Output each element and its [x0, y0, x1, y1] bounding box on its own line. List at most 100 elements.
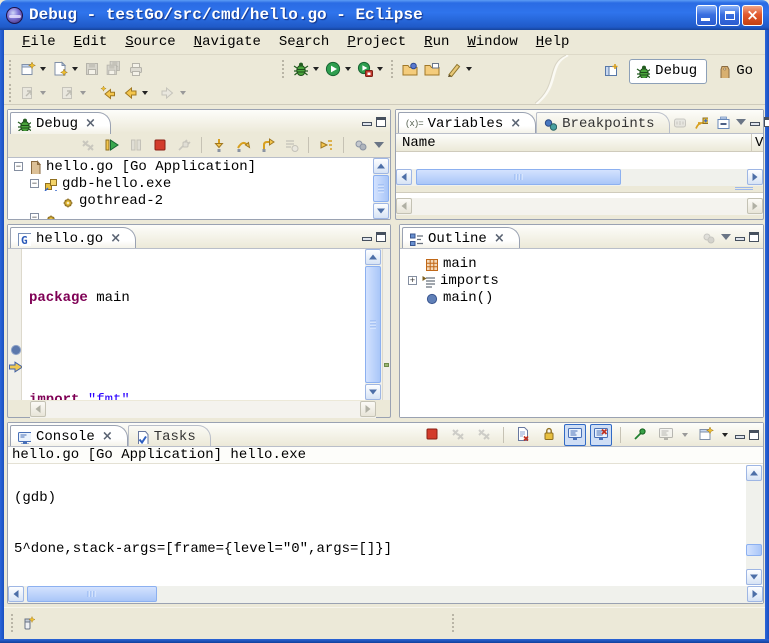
show-logical-structure-button[interactable]	[692, 113, 710, 131]
fast-view-button[interactable]	[19, 613, 41, 635]
column-header-name[interactable]: Name	[402, 135, 436, 151]
console-output[interactable]: (gdb) 5^done,stack-args=[frame={level="0…	[9, 465, 745, 585]
step-return-button[interactable]	[256, 134, 278, 156]
back-dropdown[interactable]	[142, 91, 148, 95]
view-menu-chevron[interactable]	[736, 119, 746, 125]
new-wizard-button[interactable]	[17, 58, 39, 80]
annotation-ruler[interactable]	[8, 249, 22, 400]
menu-source[interactable]: Source	[117, 32, 183, 52]
open-perspective-button[interactable]	[601, 60, 623, 82]
minimize-view-button[interactable]	[362, 122, 372, 126]
minimize-view-button[interactable]	[362, 237, 372, 241]
outline-item-main[interactable]: main	[400, 255, 763, 272]
terminate-button[interactable]	[149, 134, 171, 156]
maximize-view-button[interactable]	[764, 117, 769, 127]
resume-button[interactable]	[101, 134, 123, 156]
collapse-all-button[interactable]	[714, 113, 732, 131]
outline-settings-button[interactable]	[699, 228, 717, 246]
view-menu-chevron[interactable]	[374, 142, 384, 148]
run-button[interactable]	[322, 58, 344, 80]
menu-run[interactable]: Run	[416, 32, 457, 52]
maximize-view-button[interactable]	[376, 117, 386, 127]
go-into-dropdown[interactable]	[80, 91, 86, 95]
mark-occurrences-dropdown[interactable]	[466, 67, 472, 71]
maximize-view-button[interactable]	[749, 430, 759, 440]
debug-view-settings-button[interactable]	[350, 134, 372, 156]
breakpoint-icon[interactable]	[8, 342, 22, 356]
instruction-stepping-button[interactable]	[280, 134, 302, 156]
last-edit-dropdown[interactable]	[40, 91, 46, 95]
remove-launch-button[interactable]	[447, 424, 469, 446]
open-resource-button[interactable]	[421, 58, 443, 80]
debug-dropdown[interactable]	[313, 67, 319, 71]
expand-expander[interactable]: +	[408, 276, 417, 285]
toolbar-grip[interactable]	[281, 60, 286, 78]
column-header-value[interactable]: Value	[755, 135, 763, 151]
tab-outline[interactable]: Outline ×	[402, 227, 520, 249]
tab-hello-go[interactable]: hello.go ×	[10, 227, 136, 249]
back-to-button[interactable]	[97, 82, 119, 104]
minimize-view-button[interactable]	[750, 122, 760, 126]
display-selected-console-button[interactable]	[655, 424, 677, 446]
new-wizard-dropdown[interactable]	[40, 67, 46, 71]
run-dropdown[interactable]	[345, 67, 351, 71]
variables-table-empty[interactable]	[396, 152, 763, 169]
terminate-console-button[interactable]	[421, 424, 443, 446]
outline-item-main-func[interactable]: main()	[400, 289, 763, 306]
show-type-names-button[interactable]	[670, 113, 688, 131]
external-tools-dropdown[interactable]	[377, 67, 383, 71]
pin-console-button[interactable]	[629, 424, 651, 446]
title-bar[interactable]: Debug - testGo/src/cmd/hello.go - Eclips…	[0, 0, 769, 30]
statusbar-grip[interactable]	[451, 614, 456, 634]
collapse-expander[interactable]: −	[30, 213, 39, 219]
debug-tree-vscrollbar[interactable]	[373, 158, 390, 219]
tab-breakpoints[interactable]: Breakpoints	[536, 112, 669, 134]
tab-debug[interactable]: Debug ×	[10, 112, 111, 134]
close-tab-icon[interactable]: ×	[494, 232, 505, 245]
editor-hscrollbar[interactable]	[30, 401, 376, 418]
menu-project[interactable]: Project	[339, 32, 414, 52]
clear-console-button[interactable]	[512, 424, 534, 446]
open-console-dropdown[interactable]	[722, 433, 728, 437]
new-file-button[interactable]	[49, 58, 71, 80]
variables-sash[interactable]	[396, 186, 763, 192]
console-vscrollbar[interactable]	[746, 465, 763, 585]
debug-button[interactable]	[290, 58, 312, 80]
collapse-expander[interactable]: −	[30, 179, 39, 188]
detail-pane-hscrollbar[interactable]	[396, 198, 763, 215]
maximize-button[interactable]	[719, 5, 740, 26]
display-console-dropdown[interactable]	[682, 433, 688, 437]
toolbar-grip[interactable]	[8, 84, 13, 102]
close-tab-icon[interactable]: ×	[510, 117, 521, 130]
tab-variables[interactable]: (x)= Variables ×	[398, 112, 536, 134]
menu-file[interactable]: File	[14, 32, 64, 52]
overview-ruler[interactable]	[382, 249, 390, 400]
close-tab-icon[interactable]: ×	[102, 430, 113, 443]
forward-dropdown[interactable]	[180, 91, 186, 95]
debug-tree-row-process[interactable]: − gdb-hello.exe	[8, 175, 373, 192]
menu-help[interactable]: Help	[528, 32, 578, 52]
new-file-dropdown[interactable]	[72, 67, 78, 71]
menu-window[interactable]: Window	[459, 32, 525, 52]
step-over-button[interactable]	[232, 134, 254, 156]
open-type-button[interactable]	[399, 58, 421, 80]
step-into-button[interactable]	[208, 134, 230, 156]
menu-navigate[interactable]: Navigate	[186, 32, 269, 52]
code-editor[interactable]: package main import "fmt" func main() { …	[23, 249, 358, 400]
perspective-go-button[interactable]: Go	[713, 61, 757, 81]
overview-debug-mark[interactable]	[384, 363, 389, 367]
suspend-button[interactable]	[125, 134, 147, 156]
toolbar-grip[interactable]	[8, 60, 13, 78]
maximize-view-button[interactable]	[376, 232, 386, 242]
disconnect-button[interactable]	[173, 134, 195, 156]
minimize-button[interactable]	[696, 5, 717, 26]
editor-vscrollbar[interactable]	[365, 249, 382, 400]
variables-hscrollbar[interactable]	[396, 169, 763, 186]
maximize-view-button[interactable]	[749, 232, 759, 242]
back-button[interactable]	[119, 82, 141, 104]
tab-console[interactable]: Console ×	[10, 425, 128, 447]
debug-tree-row-thread[interactable]: gothread-2	[8, 192, 373, 209]
debug-tree-row-launch[interactable]: − hello.go [Go Application]	[8, 158, 373, 175]
forward-button[interactable]	[157, 82, 179, 104]
mark-occurrences-button[interactable]	[443, 58, 465, 80]
